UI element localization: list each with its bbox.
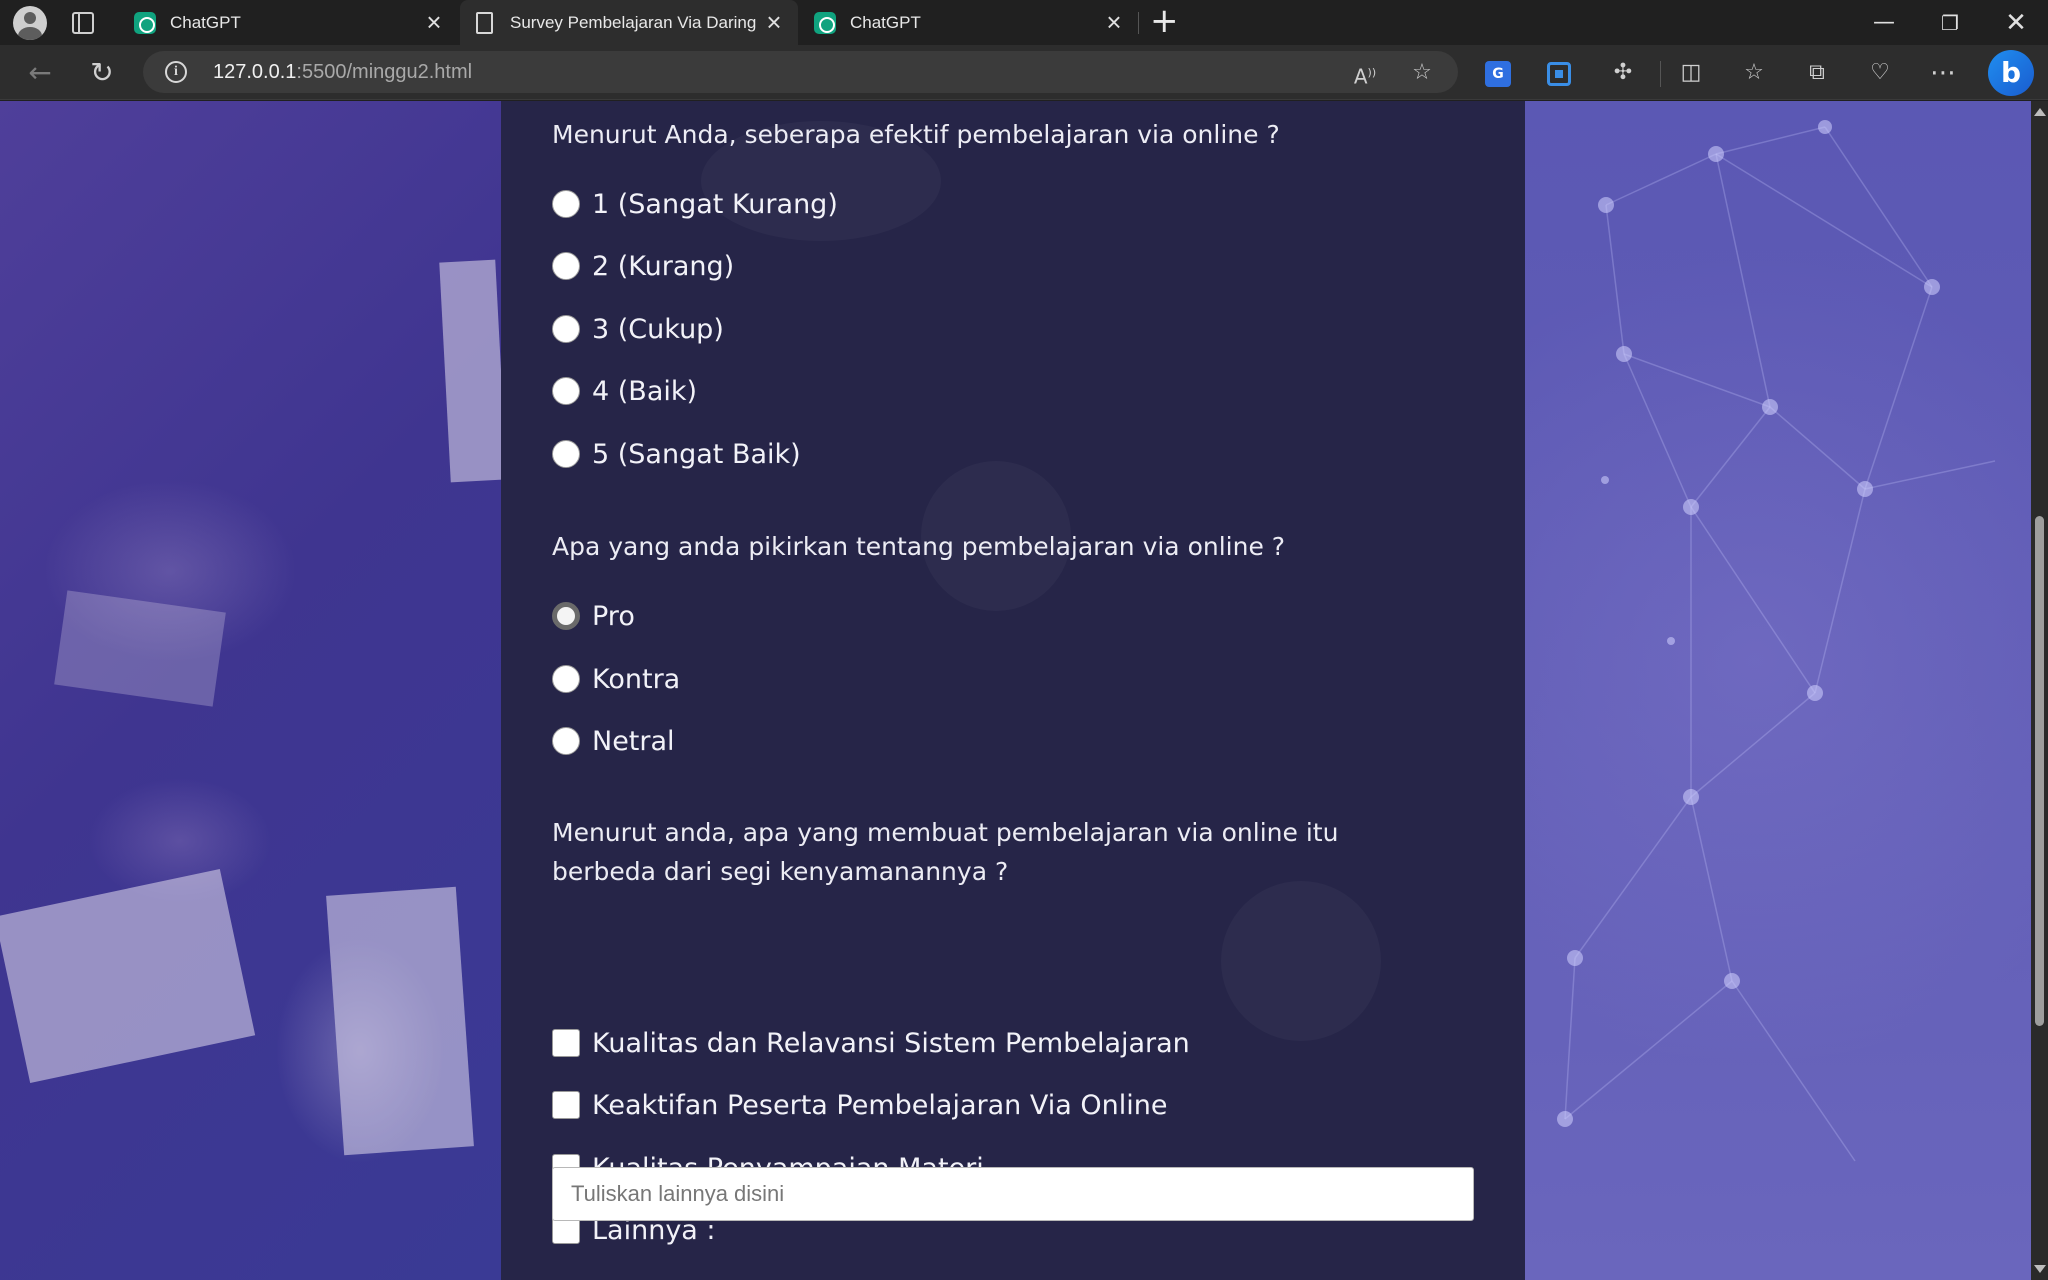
option-opinion-netral[interactable]: Netral bbox=[552, 725, 675, 757]
option-label: 3 (Cukup) bbox=[592, 313, 724, 345]
option-label: Pro bbox=[592, 600, 635, 632]
screen-capture-icon[interactable] bbox=[1547, 62, 1571, 86]
back-icon[interactable]: ← bbox=[24, 57, 56, 89]
option-label: Keaktifan Peserta Pembelajaran Via Onlin… bbox=[592, 1089, 1168, 1121]
browser-essentials-icon[interactable]: ♡ bbox=[1863, 56, 1897, 90]
radio-button[interactable] bbox=[552, 190, 580, 218]
read-aloud-icon[interactable]: A)) bbox=[1351, 59, 1379, 89]
translate-icon[interactable]: G bbox=[1485, 61, 1511, 87]
option-effectiveness-3[interactable]: 3 (Cukup) bbox=[552, 313, 724, 345]
browser-toolbar: ← ↻ i 127.0.0.1:5500/minggu2.html A)) ☆ … bbox=[0, 45, 2048, 100]
option-effectiveness-1[interactable]: 1 (Sangat Kurang) bbox=[552, 188, 838, 220]
minimize-icon[interactable]: — bbox=[1864, 6, 1904, 40]
option-opinion-kontra[interactable]: Kontra bbox=[552, 663, 680, 695]
question-comfort-difference: Menurut anda, apa yang membuat pembelaja… bbox=[552, 813, 1412, 891]
scrollbar-thumb[interactable] bbox=[2035, 516, 2044, 1026]
page-scrollbar[interactable] bbox=[2031, 101, 2048, 1280]
option-comfort-quality-relevance[interactable]: Kualitas dan Relavansi Sistem Pembelajar… bbox=[552, 1027, 1190, 1059]
document-icon bbox=[476, 11, 493, 34]
close-icon[interactable]: × bbox=[762, 9, 786, 35]
scroll-up-icon[interactable] bbox=[2034, 108, 2046, 116]
background-photo-left bbox=[0, 101, 507, 1280]
chatgpt-icon bbox=[814, 11, 836, 34]
tab-title: ChatGPT bbox=[170, 12, 241, 32]
tab-title: Survey Pembelajaran Via Daring bbox=[510, 12, 757, 32]
other-answer-input[interactable] bbox=[552, 1167, 1474, 1221]
question-line: Menurut anda, apa yang membuat pembelaja… bbox=[552, 818, 1339, 847]
tab-chatgpt-1[interactable]: ChatGPT × bbox=[120, 0, 458, 45]
new-tab-icon[interactable]: + bbox=[1150, 4, 1179, 38]
background-paper bbox=[326, 886, 474, 1156]
option-label: 1 (Sangat Kurang) bbox=[592, 188, 838, 220]
radio-button[interactable] bbox=[552, 727, 580, 755]
question-effectiveness: Menurut Anda, seberapa efektif pembelaja… bbox=[552, 120, 1280, 149]
favorite-star-icon[interactable]: ☆ bbox=[1408, 59, 1436, 87]
favorites-icon[interactable]: ☆ bbox=[1737, 56, 1771, 90]
tab-actions-icon[interactable] bbox=[72, 12, 94, 34]
radio-button[interactable] bbox=[552, 440, 580, 468]
radio-button[interactable] bbox=[552, 665, 580, 693]
tab-separator bbox=[1138, 12, 1139, 34]
checkbox[interactable] bbox=[552, 1091, 580, 1119]
bing-copilot-icon[interactable]: b bbox=[1988, 50, 2034, 96]
extensions-icon[interactable]: ✣ bbox=[1606, 56, 1640, 90]
split-screen-icon[interactable]: ◫ bbox=[1674, 56, 1708, 90]
url-text[interactable]: 127.0.0.1:5500/minggu2.html bbox=[213, 61, 472, 84]
panel-decoration bbox=[1221, 881, 1381, 1041]
close-icon[interactable]: × bbox=[422, 9, 446, 35]
background-network-right bbox=[1525, 101, 2031, 1280]
refresh-icon[interactable]: ↻ bbox=[86, 57, 118, 89]
option-label: Kualitas dan Relavansi Sistem Pembelajar… bbox=[592, 1027, 1190, 1059]
radio-button[interactable] bbox=[552, 315, 580, 343]
radio-button[interactable] bbox=[552, 252, 580, 280]
option-label: 4 (Baik) bbox=[592, 375, 698, 407]
chatgpt-icon bbox=[134, 11, 156, 34]
profile-avatar[interactable] bbox=[13, 6, 47, 40]
close-icon[interactable]: × bbox=[1102, 9, 1126, 35]
tab-title: ChatGPT bbox=[850, 12, 921, 32]
radio-button[interactable] bbox=[552, 377, 580, 405]
option-effectiveness-5[interactable]: 5 (Sangat Baik) bbox=[552, 438, 801, 470]
url-host: 127.0.0.1 bbox=[213, 61, 297, 83]
page-viewport: Menurut Anda, seberapa efektif pembelaja… bbox=[0, 101, 2048, 1280]
url-path: :5500/minggu2.html bbox=[296, 61, 473, 83]
background-paper bbox=[54, 590, 226, 707]
tab-survey[interactable]: Survey Pembelajaran Via Daring × bbox=[460, 0, 798, 45]
option-label: Netral bbox=[592, 725, 675, 757]
scroll-down-icon[interactable] bbox=[2034, 1265, 2046, 1273]
option-label: Kontra bbox=[592, 663, 681, 695]
option-opinion-pro[interactable]: Pro bbox=[552, 600, 635, 632]
background-paper bbox=[0, 868, 256, 1084]
more-menu-icon[interactable]: ⋯ bbox=[1926, 56, 1960, 90]
checkbox[interactable] bbox=[552, 1029, 580, 1057]
option-label: 2 (Kurang) bbox=[592, 250, 735, 282]
window-close-icon[interactable]: ✕ bbox=[1996, 6, 2036, 40]
option-label: 5 (Sangat Baik) bbox=[592, 438, 801, 470]
info-icon[interactable]: i bbox=[165, 61, 187, 83]
question-line: berbeda dari segi kenyamanannya ? bbox=[552, 857, 1009, 886]
address-bar[interactable]: i 127.0.0.1:5500/minggu2.html A)) ☆ bbox=[143, 51, 1458, 93]
tab-strip: ChatGPT × Survey Pembelajaran Via Daring… bbox=[0, 0, 2048, 45]
collections-icon[interactable]: ⧉ bbox=[1800, 56, 1834, 90]
background-paper bbox=[439, 259, 507, 483]
restore-icon[interactable]: ❐ bbox=[1930, 6, 1970, 40]
option-effectiveness-4[interactable]: 4 (Baik) bbox=[552, 375, 697, 407]
option-comfort-participant-activity[interactable]: Keaktifan Peserta Pembelajaran Via Onlin… bbox=[552, 1089, 1167, 1121]
question-opinion: Apa yang anda pikirkan tentang pembelaja… bbox=[552, 532, 1286, 561]
option-effectiveness-2[interactable]: 2 (Kurang) bbox=[552, 250, 734, 282]
radio-button-selected[interactable] bbox=[552, 602, 580, 630]
toolbar-separator bbox=[1660, 61, 1661, 87]
tab-chatgpt-2[interactable]: ChatGPT × bbox=[800, 0, 1138, 45]
network-pattern bbox=[1557, 120, 1996, 1162]
